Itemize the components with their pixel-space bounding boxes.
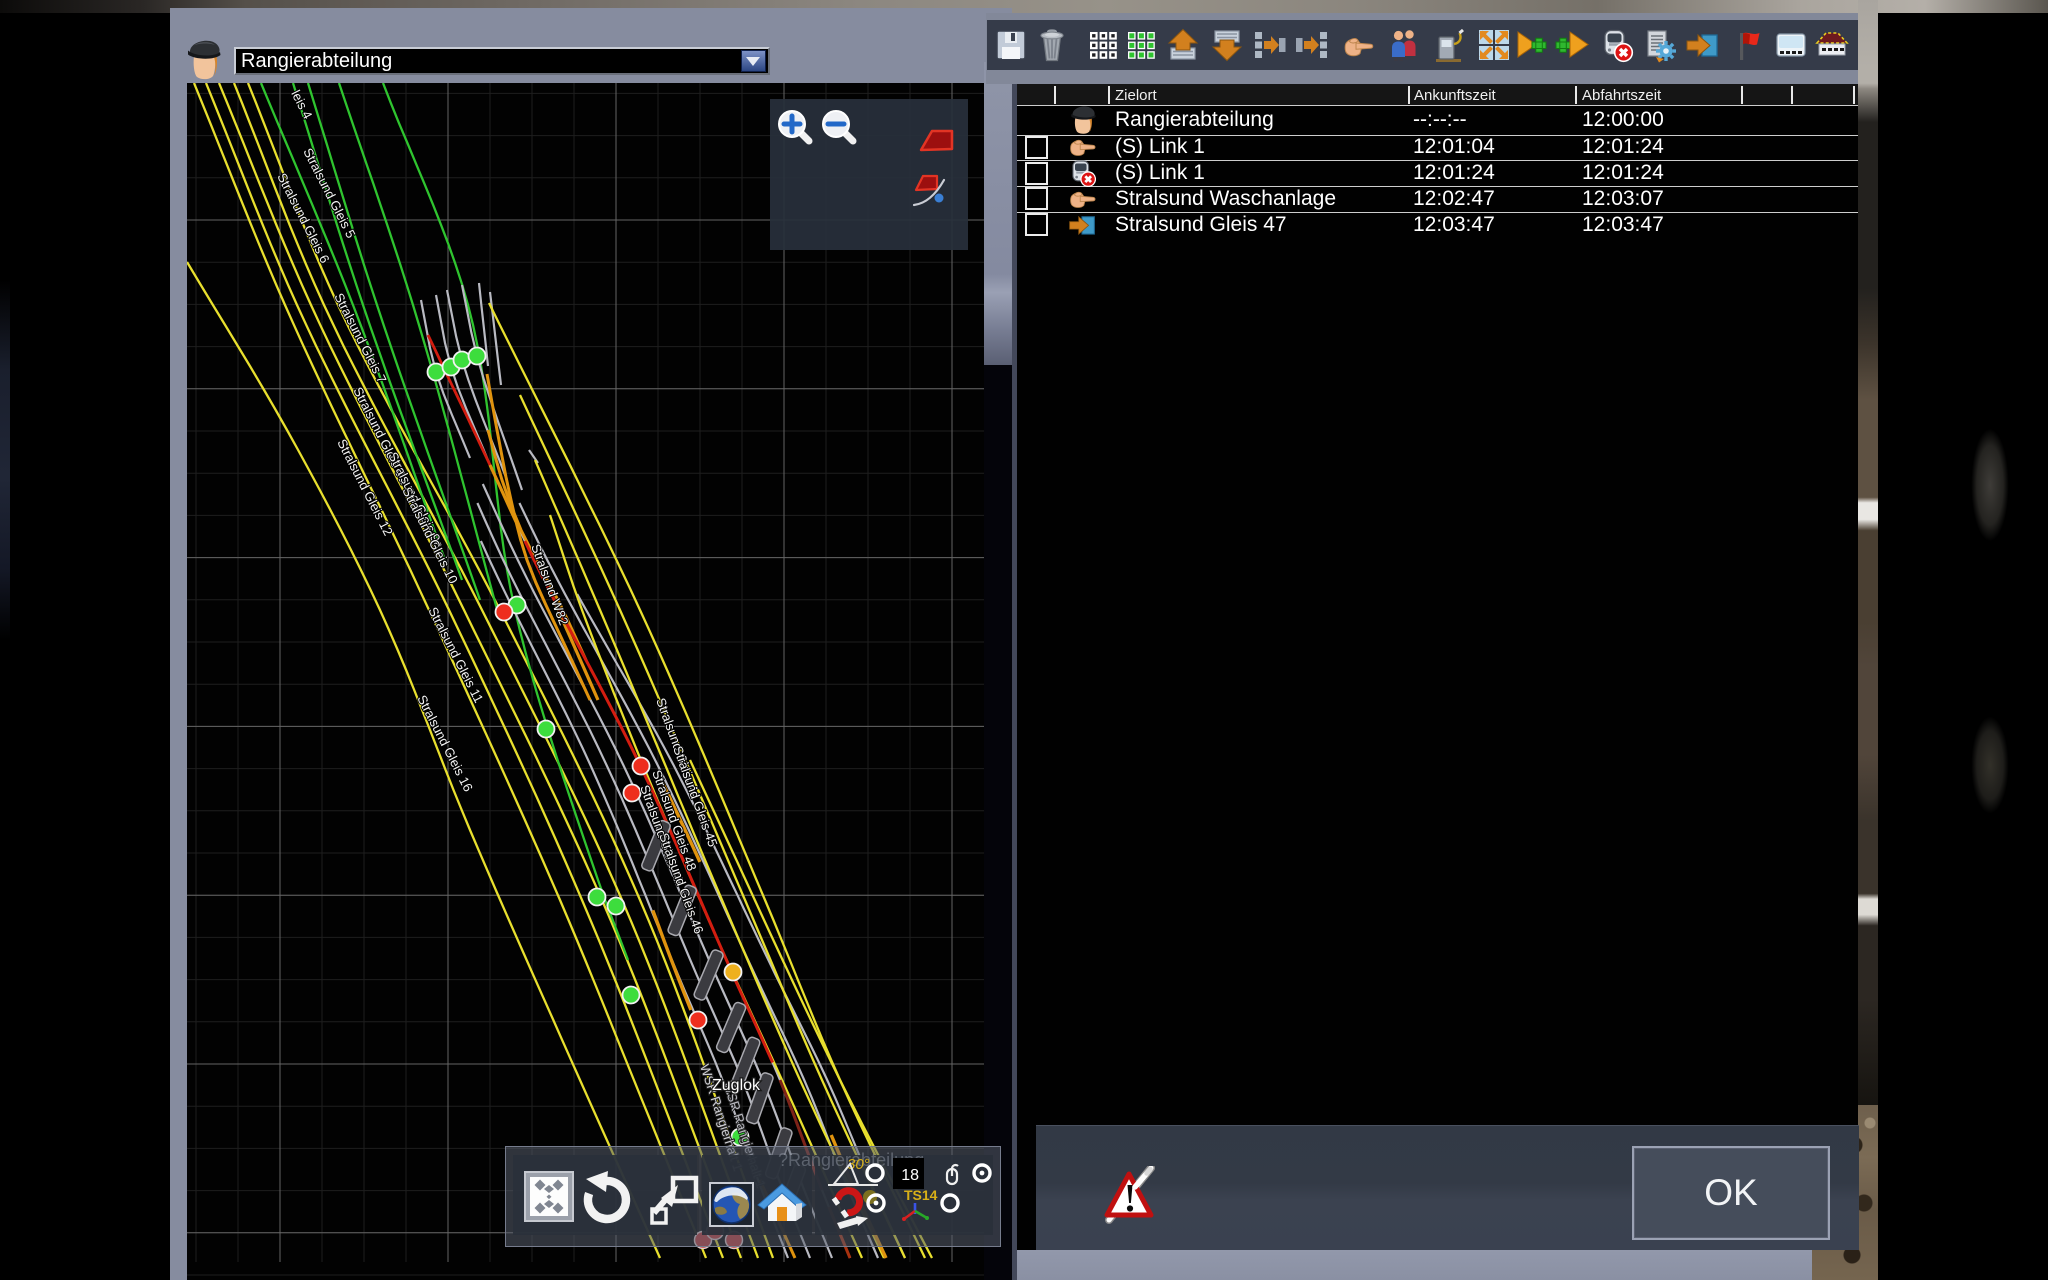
svg-text:18: 18 bbox=[901, 1167, 919, 1184]
svg-text:TS14: TS14 bbox=[904, 1187, 938, 1203]
svg-text:Zuglok: Zuglok bbox=[712, 1077, 761, 1094]
svg-text:Stralsund Gleis 11: Stralsund Gleis 11 bbox=[425, 605, 486, 706]
svg-text:Stralsund Gleis 16: Stralsund Gleis 16 bbox=[414, 693, 476, 794]
